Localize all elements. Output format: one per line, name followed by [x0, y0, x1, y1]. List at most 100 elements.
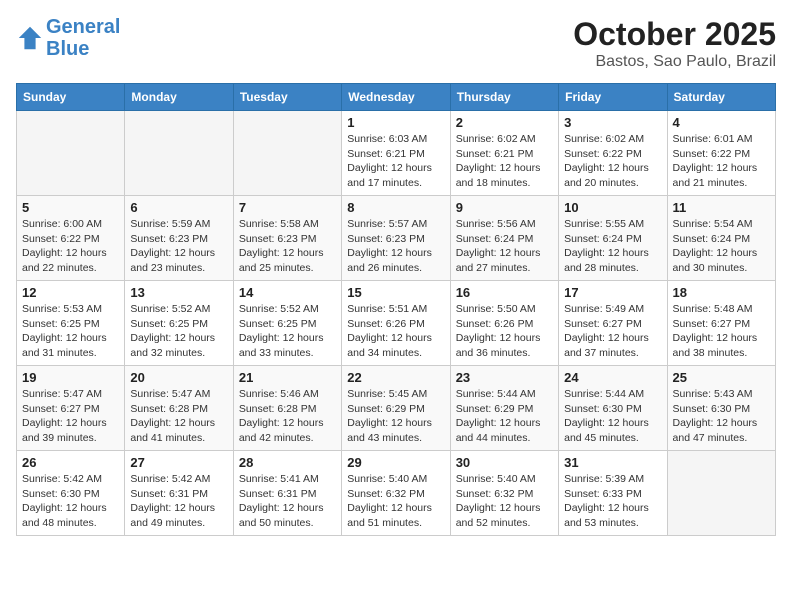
calendar-cell: 14Sunrise: 5:52 AM Sunset: 6:25 PM Dayli… [233, 281, 341, 366]
day-info: Sunrise: 5:44 AM Sunset: 6:30 PM Dayligh… [564, 387, 661, 446]
logo-line1: General [46, 16, 120, 38]
day-info: Sunrise: 5:40 AM Sunset: 6:32 PM Dayligh… [456, 472, 553, 531]
day-number: 14 [239, 285, 336, 300]
logo-line2: Blue [46, 38, 89, 60]
day-number: 7 [239, 200, 336, 215]
calendar-cell: 7 Sunrise: 5:58 AM Sunset: 6:23 PM Daylig… [233, 196, 341, 281]
day-info: Sunrise: 5:57 AM Sunset: 6:23 PM Dayligh… [347, 217, 444, 276]
day-info: Sunrise: 5:54 AM Sunset: 6:24 PM Dayligh… [673, 217, 770, 276]
calendar-cell: 29 Sunrise: 5:40 AM Sunset: 6:32 PM Dayli… [342, 451, 450, 536]
day-number: 6 [130, 200, 227, 215]
day-info: Sunrise: 5:53 AM Sunset: 6:25 PM Dayligh… [22, 302, 119, 361]
logo: General Blue [16, 16, 120, 60]
calendar-cell [125, 111, 233, 196]
calendar-cell: 1Sunrise: 6:03 AM Sunset: 6:21 PM Daylig… [342, 111, 450, 196]
calendar-cell [17, 111, 125, 196]
weekday-header-tuesday: Tuesday [233, 84, 341, 111]
weekday-header-friday: Friday [559, 84, 667, 111]
day-info: Sunrise: 5:52 AM Sunset: 6:25 PM Dayligh… [130, 302, 227, 361]
day-number: 31 [564, 455, 661, 470]
day-info: Sunrise: 5:49 AM Sunset: 6:27 PM Dayligh… [564, 302, 661, 361]
day-number: 17 [564, 285, 661, 300]
day-info: Sunrise: 5:48 AM Sunset: 6:27 PM Dayligh… [673, 302, 770, 361]
weekday-header-wednesday: Wednesday [342, 84, 450, 111]
day-number: 5 [22, 200, 119, 215]
day-number: 11 [673, 200, 770, 215]
calendar-cell: 17 Sunrise: 5:49 AM Sunset: 6:27 PM Dayli… [559, 281, 667, 366]
weekday-header-saturday: Saturday [667, 84, 775, 111]
week-row-3: 12 Sunrise: 5:53 AM Sunset: 6:25 PM Dayli… [17, 281, 776, 366]
day-number: 3 [564, 115, 661, 130]
day-info: Sunrise: 6:03 AM Sunset: 6:21 PM Dayligh… [347, 132, 444, 191]
day-number: 26 [22, 455, 119, 470]
calendar-cell: 28Sunrise: 5:41 AM Sunset: 6:31 PM Dayli… [233, 451, 341, 536]
day-info: Sunrise: 6:02 AM Sunset: 6:22 PM Dayligh… [564, 132, 661, 191]
day-number: 29 [347, 455, 444, 470]
calendar-cell: 20 Sunrise: 5:47 AM Sunset: 6:28 PM Dayli… [125, 366, 233, 451]
weekday-header-sunday: Sunday [17, 84, 125, 111]
month-title: October 2025 [573, 16, 776, 53]
logo-icon [16, 24, 44, 52]
calendar-cell: 6 Sunrise: 5:59 AM Sunset: 6:23 PM Daylig… [125, 196, 233, 281]
day-number: 12 [22, 285, 119, 300]
calendar-cell [667, 451, 775, 536]
day-info: Sunrise: 5:45 AM Sunset: 6:29 PM Dayligh… [347, 387, 444, 446]
day-number: 18 [673, 285, 770, 300]
calendar-cell: 12 Sunrise: 5:53 AM Sunset: 6:25 PM Dayli… [17, 281, 125, 366]
day-info: Sunrise: 5:59 AM Sunset: 6:23 PM Dayligh… [130, 217, 227, 276]
week-row-2: 5 Sunrise: 6:00 AM Sunset: 6:22 PM Daylig… [17, 196, 776, 281]
calendar-cell: 5 Sunrise: 6:00 AM Sunset: 6:22 PM Daylig… [17, 196, 125, 281]
calendar-cell: 13Sunrise: 5:52 AM Sunset: 6:25 PM Dayli… [125, 281, 233, 366]
calendar-cell: 23 Sunrise: 5:44 AM Sunset: 6:29 PM Dayli… [450, 366, 558, 451]
day-number: 4 [673, 115, 770, 130]
calendar-cell: 25Sunrise: 5:43 AM Sunset: 6:30 PM Dayli… [667, 366, 775, 451]
day-info: Sunrise: 6:01 AM Sunset: 6:22 PM Dayligh… [673, 132, 770, 191]
day-number: 30 [456, 455, 553, 470]
location-title: Bastos, Sao Paulo, Brazil [573, 53, 776, 71]
day-info: Sunrise: 5:56 AM Sunset: 6:24 PM Dayligh… [456, 217, 553, 276]
page-header: General Blue October 2025 Bastos, Sao Pa… [16, 16, 776, 71]
week-row-5: 26Sunrise: 5:42 AM Sunset: 6:30 PM Dayli… [17, 451, 776, 536]
day-info: Sunrise: 5:41 AM Sunset: 6:31 PM Dayligh… [239, 472, 336, 531]
day-info: Sunrise: 5:58 AM Sunset: 6:23 PM Dayligh… [239, 217, 336, 276]
day-number: 8 [347, 200, 444, 215]
calendar-cell: 15Sunrise: 5:51 AM Sunset: 6:26 PM Dayli… [342, 281, 450, 366]
weekday-header-row: SundayMondayTuesdayWednesdayThursdayFrid… [17, 84, 776, 111]
calendar-cell: 19Sunrise: 5:47 AM Sunset: 6:27 PM Dayli… [17, 366, 125, 451]
day-info: Sunrise: 5:44 AM Sunset: 6:29 PM Dayligh… [456, 387, 553, 446]
day-number: 10 [564, 200, 661, 215]
day-number: 24 [564, 370, 661, 385]
day-number: 25 [673, 370, 770, 385]
logo-text: General Blue [46, 16, 120, 60]
day-number: 2 [456, 115, 553, 130]
calendar-cell: 27 Sunrise: 5:42 AM Sunset: 6:31 PM Dayli… [125, 451, 233, 536]
day-info: Sunrise: 5:42 AM Sunset: 6:31 PM Dayligh… [130, 472, 227, 531]
calendar-cell: 21Sunrise: 5:46 AM Sunset: 6:28 PM Dayli… [233, 366, 341, 451]
calendar-cell: 9Sunrise: 5:56 AM Sunset: 6:24 PM Daylig… [450, 196, 558, 281]
day-info: Sunrise: 6:00 AM Sunset: 6:22 PM Dayligh… [22, 217, 119, 276]
calendar-table: SundayMondayTuesdayWednesdayThursdayFrid… [16, 83, 776, 536]
day-number: 20 [130, 370, 227, 385]
calendar-cell: 11 Sunrise: 5:54 AM Sunset: 6:24 PM Dayli… [667, 196, 775, 281]
day-number: 19 [22, 370, 119, 385]
day-number: 23 [456, 370, 553, 385]
day-info: Sunrise: 5:47 AM Sunset: 6:28 PM Dayligh… [130, 387, 227, 446]
day-info: Sunrise: 5:39 AM Sunset: 6:33 PM Dayligh… [564, 472, 661, 531]
day-info: Sunrise: 5:46 AM Sunset: 6:28 PM Dayligh… [239, 387, 336, 446]
calendar-cell [233, 111, 341, 196]
weekday-header-monday: Monday [125, 84, 233, 111]
day-number: 27 [130, 455, 227, 470]
week-row-1: 1Sunrise: 6:03 AM Sunset: 6:21 PM Daylig… [17, 111, 776, 196]
calendar-cell: 4 Sunrise: 6:01 AM Sunset: 6:22 PM Daylig… [667, 111, 775, 196]
weekday-header-thursday: Thursday [450, 84, 558, 111]
calendar-cell: 24 Sunrise: 5:44 AM Sunset: 6:30 PM Dayli… [559, 366, 667, 451]
day-info: Sunrise: 5:55 AM Sunset: 6:24 PM Dayligh… [564, 217, 661, 276]
day-info: Sunrise: 6:02 AM Sunset: 6:21 PM Dayligh… [456, 132, 553, 191]
calendar-cell: 26Sunrise: 5:42 AM Sunset: 6:30 PM Dayli… [17, 451, 125, 536]
week-row-4: 19Sunrise: 5:47 AM Sunset: 6:27 PM Dayli… [17, 366, 776, 451]
day-info: Sunrise: 5:40 AM Sunset: 6:32 PM Dayligh… [347, 472, 444, 531]
title-block: October 2025 Bastos, Sao Paulo, Brazil [573, 16, 776, 71]
day-info: Sunrise: 5:51 AM Sunset: 6:26 PM Dayligh… [347, 302, 444, 361]
calendar-cell: 16Sunrise: 5:50 AM Sunset: 6:26 PM Dayli… [450, 281, 558, 366]
day-number: 16 [456, 285, 553, 300]
